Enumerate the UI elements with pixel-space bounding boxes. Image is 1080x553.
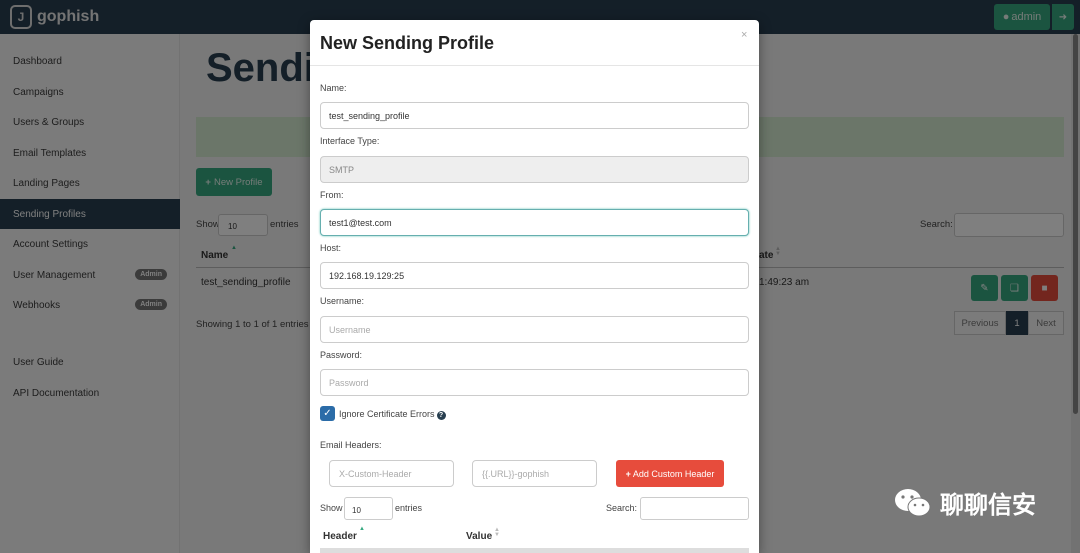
- sort-icon: ▲▼: [494, 527, 500, 538]
- watermark-text: 聊聊信安: [940, 492, 1036, 519]
- modal-header-divider: [310, 65, 759, 66]
- sort-asc-icon: ▲: [359, 526, 365, 532]
- entries-select[interactable]: 10: [344, 497, 393, 520]
- from-label: From:: [320, 190, 344, 200]
- username-input[interactable]: Username: [320, 316, 749, 343]
- name-label: Name:: [320, 83, 347, 93]
- email-headers-label: Email Headers:: [320, 440, 382, 450]
- name-input[interactable]: test_sending_profile: [320, 102, 749, 129]
- close-icon[interactable]: ×: [741, 29, 747, 41]
- modal-title: New Sending Profile: [320, 33, 495, 53]
- interface-type-input: SMTP: [320, 156, 749, 183]
- host-input[interactable]: 192.168.19.129:25: [320, 262, 749, 289]
- ignore-cert-checkbox[interactable]: ✓: [320, 406, 335, 421]
- password-label: Password:: [320, 350, 363, 360]
- host-label: Host:: [320, 243, 342, 253]
- interface-type-label: Interface Type:: [320, 136, 380, 146]
- add-custom-header-label: Add Custom Header: [632, 468, 715, 479]
- question-circle-icon[interactable]: ?: [436, 411, 446, 420]
- from-input[interactable]: test1@test.com: [320, 209, 749, 236]
- table-divider: [320, 548, 749, 553]
- entries-label: entries: [395, 503, 423, 513]
- headers-search-input[interactable]: [640, 497, 749, 520]
- search-label: Search:: [606, 503, 638, 513]
- column-header-header[interactable]: Header: [323, 531, 357, 542]
- username-label: Username:: [320, 296, 365, 306]
- watermark: 聊聊信安: [894, 485, 1036, 520]
- header-value-input[interactable]: {{.URL}}-gophish: [472, 460, 597, 487]
- custom-header-input[interactable]: X-Custom-Header: [329, 460, 454, 487]
- ignore-cert-text: Ignore Certificate Errors: [339, 409, 435, 419]
- ignore-cert-label: Ignore Certificate Errors?: [339, 409, 446, 420]
- plus-icon: +: [625, 468, 631, 479]
- check-icon: ✓: [323, 408, 332, 419]
- wechat-icon: [894, 487, 932, 519]
- password-input[interactable]: Password: [320, 369, 749, 396]
- show-label: Show: [320, 503, 343, 513]
- add-custom-header-button[interactable]: + Add Custom Header: [616, 460, 724, 487]
- column-value-header[interactable]: Value: [466, 531, 492, 542]
- new-sending-profile-modal: New Sending Profile × Name: test_sending…: [310, 20, 759, 553]
